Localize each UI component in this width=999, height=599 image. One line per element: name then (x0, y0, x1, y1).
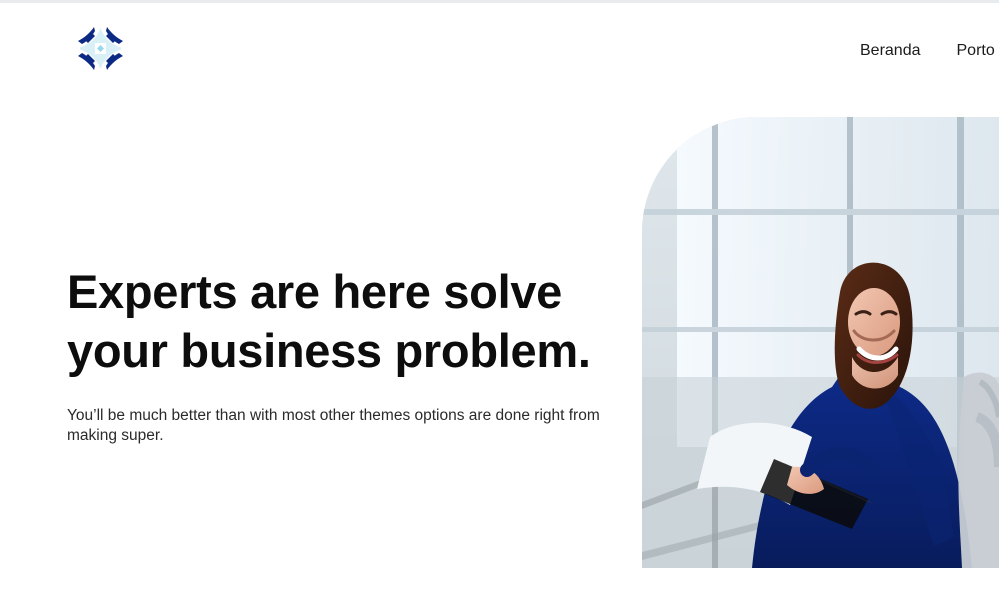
site-header: Beranda Porto (0, 3, 999, 93)
hero-title: Experts are here solve your business pro… (67, 262, 627, 380)
hero-title-line-1: Experts are here solve (67, 265, 563, 318)
nav-item-porto[interactable]: Porto (957, 42, 995, 60)
hero-title-line-2: your business problem. (67, 324, 591, 377)
nav-item-beranda[interactable]: Beranda (860, 42, 921, 60)
brand-logo-icon[interactable] (76, 24, 125, 73)
page: Beranda Porto Experts are here solve you… (0, 0, 999, 599)
hero-subtitle: You’ll be much better than with most oth… (67, 407, 600, 444)
main-nav: Beranda Porto (860, 42, 995, 60)
hero-photo (642, 117, 999, 568)
